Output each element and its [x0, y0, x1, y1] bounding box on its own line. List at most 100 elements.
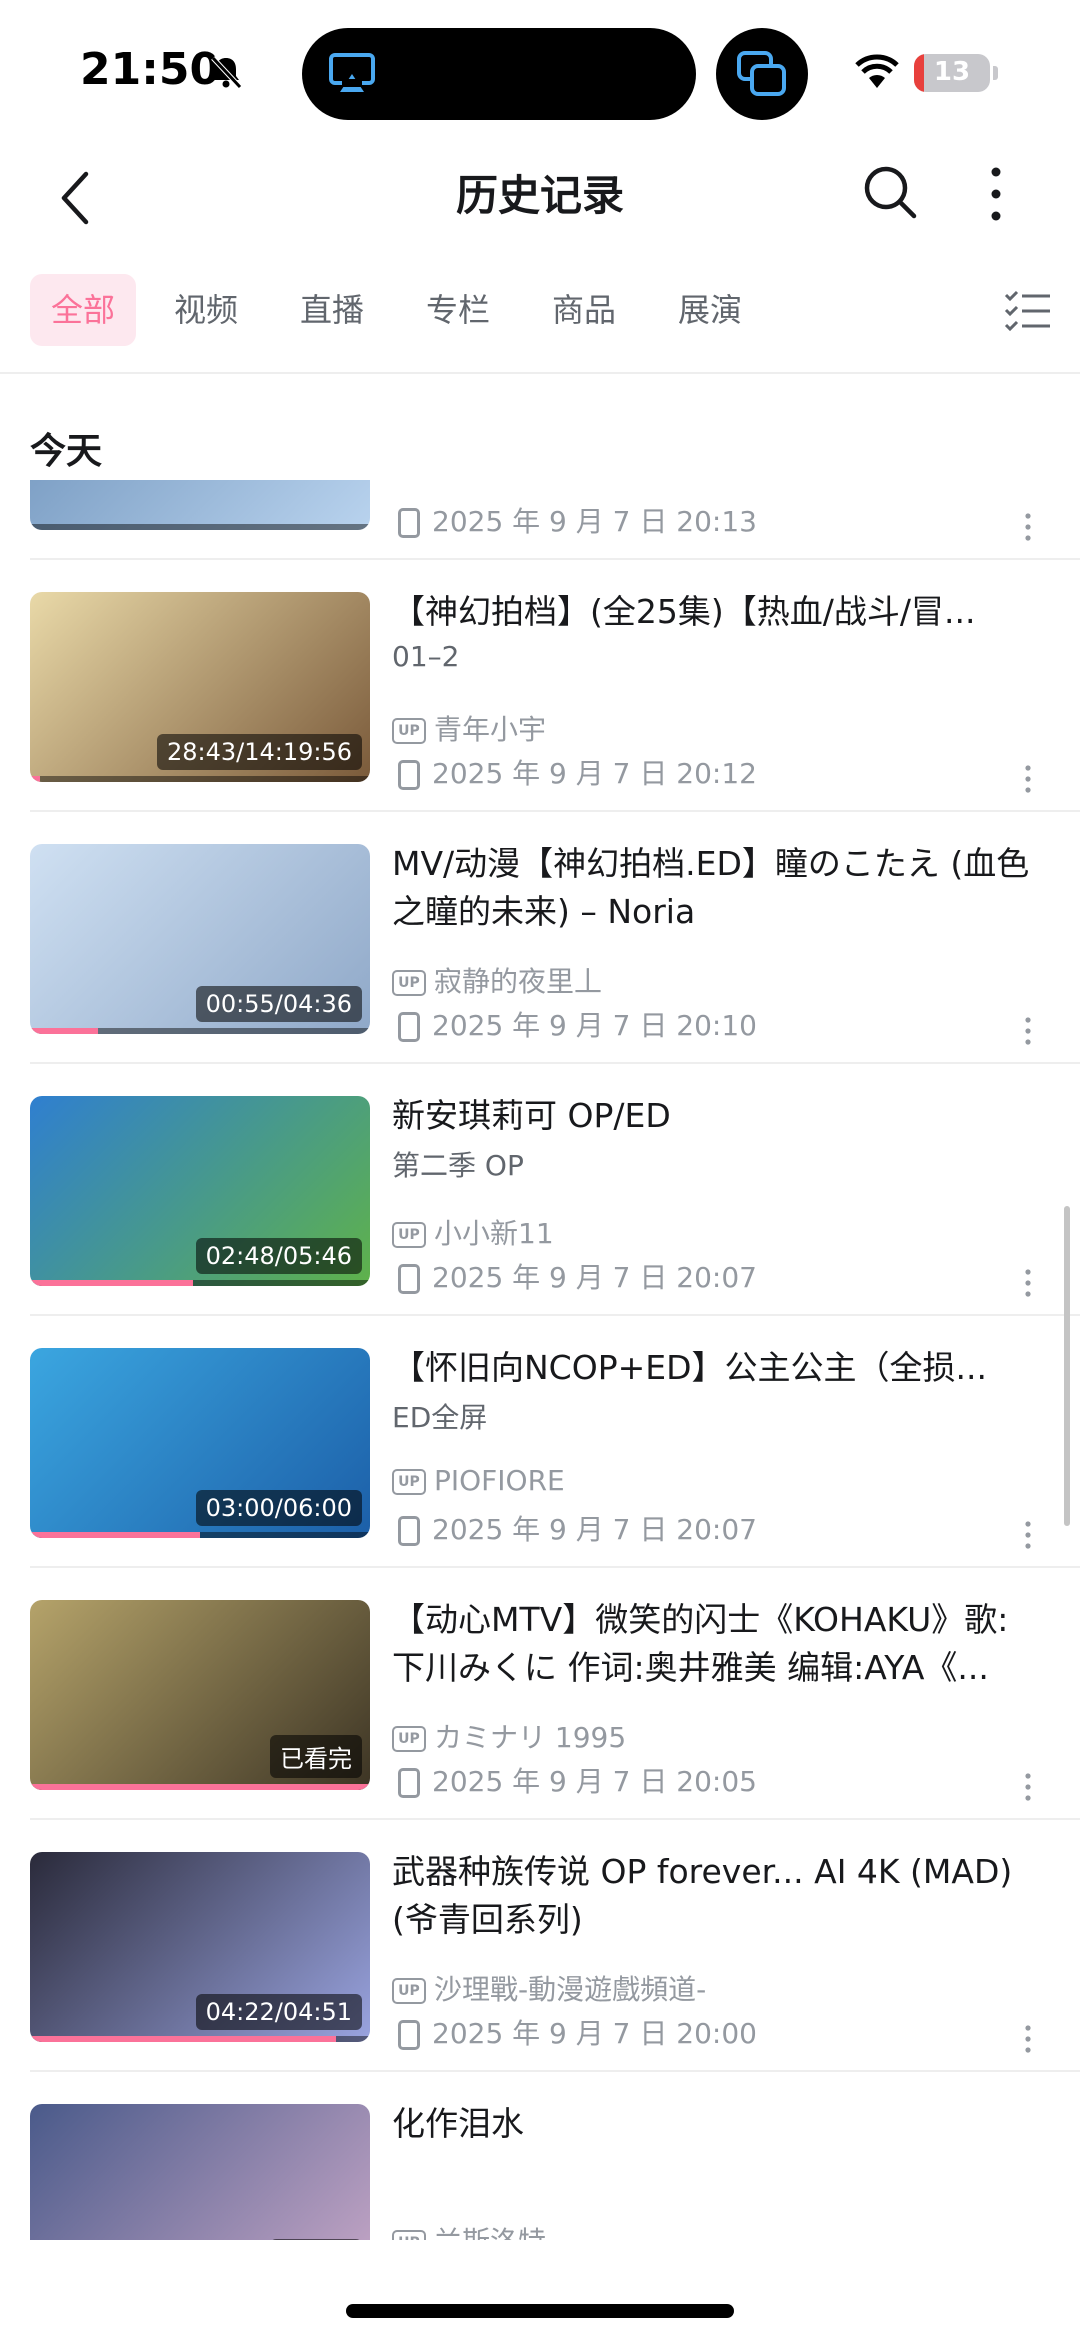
top-nav-bar: 历史记录 — [0, 140, 1080, 260]
tab-goods[interactable]: 商品 — [534, 274, 634, 346]
history-item[interactable]: 已看完 【动心MTV】微笑的闪士《KOHAKU》歌:下川みくに 作词:奥井雅美 编… — [0, 1570, 1080, 1820]
item-more-icon[interactable] — [1022, 764, 1034, 794]
video-thumbnail[interactable]: 28:43/14:19:56 — [30, 592, 370, 782]
phone-device-icon — [398, 1768, 420, 1798]
more-vertical-icon[interactable] — [984, 164, 1008, 224]
item-separator — [30, 810, 1080, 812]
item-more-icon[interactable] — [1022, 2024, 1034, 2054]
item-more-icon[interactable] — [1022, 1520, 1034, 1550]
multi-select-icon[interactable] — [1004, 290, 1052, 332]
history-list[interactable]: 2025 年 9 月 7 日 20:13 28:43/14:19:56 【神幻拍档】… — [0, 480, 1080, 2240]
duration-badge: 28:43/14:19:56 — [156, 734, 362, 770]
uploader-row[interactable]: UP 寂静的夜里丄 — [392, 960, 602, 1000]
uploader-name: 沙理戰-動漫遊戲頻道- — [434, 1973, 707, 2006]
tab-shows[interactable]: 展演 — [660, 274, 760, 346]
item-more-icon[interactable] — [1022, 1016, 1034, 1046]
screen-mirror-icon — [737, 51, 786, 96]
uploader-row[interactable]: UP カミナリ 1995 — [392, 1716, 626, 1756]
filter-tabs: 全部 视频 直播 专栏 商品 展演 — [0, 270, 1080, 352]
uploader-icon: UP — [392, 1978, 426, 2004]
video-thumbnail[interactable]: 04:22/04:51 — [30, 1852, 370, 2042]
page-title: 历史记录 — [455, 171, 624, 220]
item-separator — [30, 1566, 1080, 1568]
video-title[interactable]: 新安琪莉可 OP/ED — [392, 1092, 1032, 1140]
screen-mirroring-island[interactable] — [716, 28, 808, 120]
history-item[interactable]: 已看完化作泪水UP兰斯洛特2025 年 9 月 7 日 19:56 — [0, 2074, 1080, 2240]
video-thumbnail[interactable]: 已看完 — [30, 2104, 370, 2240]
watch-progress-bar — [30, 1532, 200, 1538]
video-title[interactable]: 武器种族传说 OP forever... AI 4K (MAD)(爷青回系列) — [392, 1848, 1032, 1944]
watch-date-row: 2025 年 9 月 7 日 20:07 — [392, 1508, 757, 1548]
tab-column[interactable]: 专栏 — [408, 274, 508, 346]
uploader-name: 兰斯洛特 — [434, 2225, 546, 2240]
tabs-divider — [0, 372, 1080, 374]
history-item[interactable]: 04:22/04:51 武器种族传说 OP forever... AI 4K (M… — [0, 1822, 1080, 2072]
video-part-label: 01–2 — [392, 640, 460, 673]
phone-device-icon — [398, 2020, 420, 2050]
bell-muted-icon — [211, 56, 242, 89]
duration-badge: 00:55/04:36 — [195, 986, 362, 1022]
video-meta: 新安琪莉可 OP/ED 第二季 OP — [392, 1092, 1032, 1184]
uploader-row[interactable]: UP 小小新11 — [392, 1212, 554, 1252]
video-title[interactable]: MV/动漫【神幻拍档.ED】瞳のこたえ (血色之瞳的未来) – Noria — [392, 840, 1032, 936]
video-part-label: 第二季 OP — [392, 1149, 524, 1182]
watch-date-row: 2025 年 9 月 7 日 20:07 — [392, 1256, 757, 1296]
item-separator — [30, 1314, 1080, 1316]
item-more-icon[interactable] — [1022, 1268, 1034, 1298]
uploader-icon: UP — [392, 1469, 426, 1495]
video-title[interactable]: 【神幻拍档】(全25集)【热血/战斗/冒... — [392, 588, 1032, 636]
video-thumbnail[interactable]: 00:55/04:36 — [30, 844, 370, 1034]
phone-device-icon — [398, 508, 420, 538]
history-item[interactable]: 2025 年 9 月 7 日 20:13 — [0, 480, 1080, 560]
phone-device-icon — [398, 1516, 420, 1546]
tab-all[interactable]: 全部 — [30, 274, 136, 346]
video-title[interactable]: 【怀旧向NCOP+ED】公主公主（全损... — [392, 1344, 1032, 1392]
watch-date-row: 2025 年 9 月 7 日 20:10 — [392, 1004, 757, 1044]
history-item[interactable]: 03:00/06:00 【怀旧向NCOP+ED】公主公主（全损... ED全屏 UP P… — [0, 1318, 1080, 1568]
watch-date-row: 2025 年 9 月 7 日 20:00 — [392, 2012, 757, 2052]
video-thumbnail[interactable] — [30, 480, 370, 530]
watch-progress-bar — [30, 1784, 370, 1790]
watch-date: 2025 年 9 月 7 日 20:13 — [432, 505, 757, 538]
uploader-row[interactable]: UP 兰斯洛特 — [392, 2220, 546, 2240]
video-meta: 【怀旧向NCOP+ED】公主公主（全损... ED全屏 — [392, 1344, 1032, 1436]
video-meta: MV/动漫【神幻拍档.ED】瞳のこたえ (血色之瞳的未来) – Noria — [392, 840, 1032, 936]
history-item[interactable]: 02:48/05:46 新安琪莉可 OP/ED 第二季 OP UP 小小新11 2025 … — [0, 1066, 1080, 1316]
phone-device-icon — [398, 1012, 420, 1042]
video-meta: 【神幻拍档】(全25集)【热血/战斗/冒... 01–2 — [392, 588, 1032, 673]
duration-badge: 03:00/06:00 — [195, 1490, 362, 1526]
section-header-today: 今天 — [30, 431, 103, 472]
history-item[interactable]: 28:43/14:19:56 【神幻拍档】(全25集)【热血/战斗/冒... 01–… — [0, 562, 1080, 812]
scrollbar[interactable] — [1064, 1206, 1070, 1526]
watch-date: 2025 年 9 月 7 日 20:12 — [432, 757, 757, 790]
phone-device-icon — [398, 760, 420, 790]
item-more-icon[interactable] — [1022, 1772, 1034, 1802]
item-more-icon[interactable] — [1022, 512, 1034, 542]
tab-live[interactable]: 直播 — [282, 274, 382, 346]
video-part-label: ED全屏 — [392, 1401, 488, 1434]
search-icon[interactable] — [862, 164, 918, 220]
watch-date: 2025 年 9 月 7 日 20:07 — [432, 1513, 757, 1546]
item-separator — [30, 1818, 1080, 1820]
uploader-row[interactable]: UP PIOFIORE — [392, 1464, 565, 1497]
uploader-row[interactable]: UP 沙理戰-動漫遊戲頻道- — [392, 1968, 706, 2008]
watch-progress-track — [30, 776, 370, 782]
video-thumbnail[interactable]: 03:00/06:00 — [30, 1348, 370, 1538]
video-title[interactable]: 【动心MTV】微笑的闪士《KOHAKU》歌:下川みくに 作词:奥井雅美 编辑:A… — [392, 1596, 1032, 1692]
watch-progress-bar — [30, 2036, 336, 2042]
uploader-row[interactable]: UP 青年小宇 — [392, 708, 546, 748]
tab-video[interactable]: 视频 — [156, 274, 256, 346]
video-thumbnail[interactable]: 已看完 — [30, 1600, 370, 1790]
duration-badge: 已看完 — [270, 1735, 362, 1778]
video-meta: 武器种族传说 OP forever... AI 4K (MAD)(爷青回系列) — [392, 1848, 1032, 1944]
history-item[interactable]: 00:55/04:36 MV/动漫【神幻拍档.ED】瞳のこたえ (血色之瞳的未来)… — [0, 814, 1080, 1064]
item-separator — [30, 558, 1080, 560]
video-thumbnail[interactable]: 02:48/05:46 — [30, 1096, 370, 1286]
video-title[interactable]: 化作泪水 — [392, 2100, 1032, 2148]
item-separator — [30, 2070, 1080, 2072]
video-meta: 【动心MTV】微笑的闪士《KOHAKU》歌:下川みくに 作词:奥井雅美 编辑:A… — [392, 1596, 1032, 1692]
watch-date: 2025 年 9 月 7 日 20:07 — [432, 1261, 757, 1294]
watch-date-row: 2025 年 9 月 7 日 20:12 — [392, 752, 757, 792]
dynamic-island[interactable] — [302, 28, 696, 120]
watch-progress-bar — [30, 1280, 194, 1286]
